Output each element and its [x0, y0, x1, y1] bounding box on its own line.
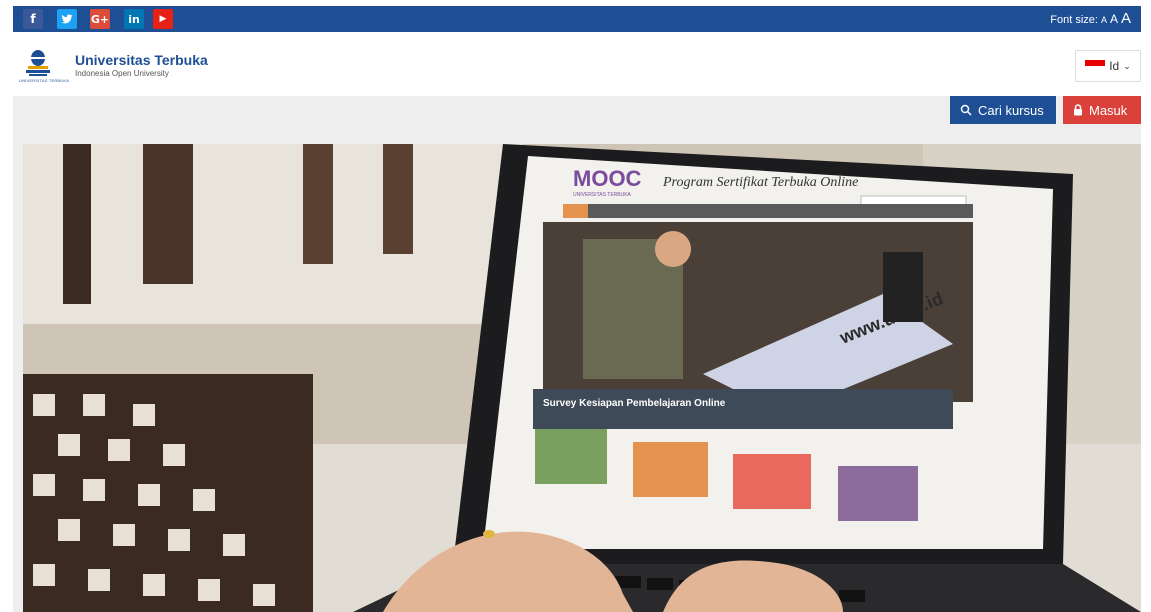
youtube-icon[interactable]: ▶: [153, 9, 173, 29]
facebook-icon[interactable]: f: [23, 9, 43, 29]
screen-nav-bar: [563, 204, 973, 218]
window-bar: [383, 144, 413, 254]
hero-section: MOOC UNIVERSITAS TERBUKA Program Sertifi…: [13, 136, 1141, 612]
window-bar: [143, 144, 193, 284]
font-size-label: Font size:: [1050, 14, 1098, 26]
logo-caption: UNIVERSITAS TERBUKA: [19, 78, 70, 83]
site-header: UNIVERSITAS TERBUKA Universitas Terbuka …: [13, 32, 1141, 96]
page: f G+ in ▶ Font size: A A A UNIVERSITAS T…: [13, 0, 1141, 612]
screen-nav-active: [563, 204, 588, 218]
font-size-control: Font size: A A A: [1050, 10, 1131, 27]
shirt: [23, 374, 313, 612]
chevron-down-icon: ⌄: [1123, 60, 1131, 71]
window-bar: [63, 144, 91, 304]
action-bar: Cari kursus Masuk: [13, 96, 1141, 136]
mooc-logo: MOOC: [573, 166, 642, 191]
screen-site-title: Program Sertifikat Terbuka Online: [662, 175, 858, 190]
language-selector[interactable]: Id ⌄: [1075, 50, 1141, 82]
window-light: [23, 144, 523, 324]
search-courses-button[interactable]: Cari kursus: [950, 96, 1056, 124]
mooc-logo-sub: UNIVERSITAS TERBUKA: [573, 192, 632, 198]
screen-tile-orange: [633, 442, 708, 497]
google-plus-icon[interactable]: G+: [90, 9, 110, 29]
search-courses-label: Cari kursus: [978, 102, 1044, 118]
login-button[interactable]: Masuk: [1063, 96, 1141, 124]
screen-caption-banner: [533, 389, 953, 429]
window-bar: [303, 144, 333, 264]
hero-photo-illustration: MOOC UNIVERSITAS TERBUKA Program Sertifi…: [23, 144, 1141, 612]
login-label: Masuk: [1089, 102, 1128, 118]
font-size-small-button[interactable]: A: [1101, 15, 1107, 25]
lock-icon: [1074, 104, 1082, 116]
twitter-icon[interactable]: [57, 9, 77, 29]
font-size-large-button[interactable]: A: [1121, 10, 1131, 27]
screen-headline: Survey Kesiapan Pembelajaran Online: [543, 398, 726, 409]
indonesia-flag-icon: [1085, 60, 1106, 72]
search-icon: [960, 104, 972, 116]
ring: [483, 530, 495, 538]
screen-tile-purple: [838, 466, 918, 521]
linkedin-icon[interactable]: in: [124, 9, 144, 29]
screen-tile-red: [733, 454, 811, 509]
screen-slide-poster: [883, 252, 923, 322]
font-size-medium-button[interactable]: A: [1110, 12, 1118, 26]
screen-tile-green: [535, 429, 607, 484]
brand-subtitle: Indonesia Open University: [75, 69, 169, 78]
top-bar: f G+ in ▶ Font size: A A A: [13, 6, 1141, 32]
language-code: Id: [1109, 59, 1120, 73]
brand-title[interactable]: Universitas Terbuka: [75, 52, 208, 68]
twitter-bird-icon: [61, 14, 73, 24]
hero-image: MOOC UNIVERSITAS TERBUKA Program Sertifi…: [23, 144, 1141, 612]
screen-slide-face: [655, 231, 691, 267]
